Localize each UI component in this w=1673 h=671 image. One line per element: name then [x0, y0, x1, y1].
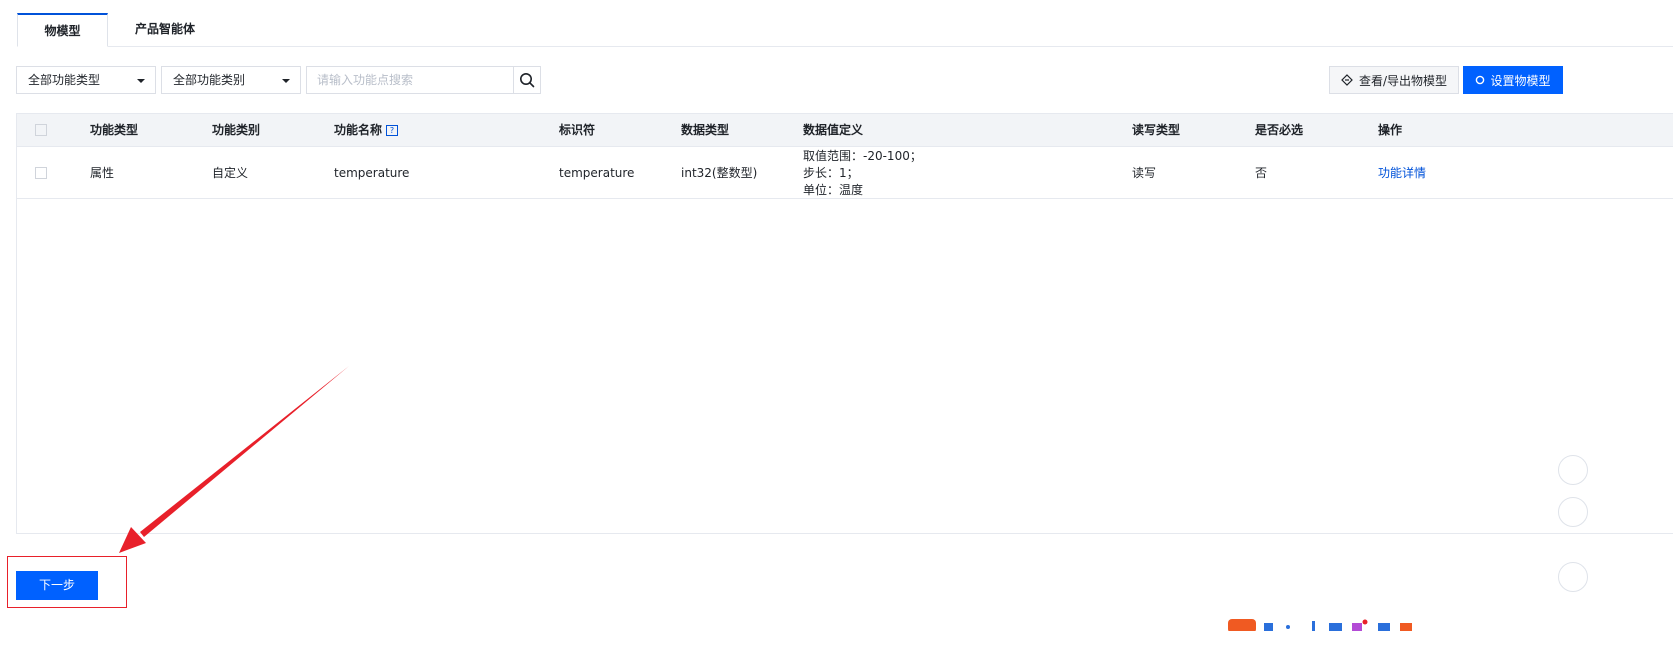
- table-header: 功能类型 功能类别 功能名称? 标识符 数据类型 数据值定义 读写类型 是否必选…: [17, 114, 1673, 147]
- header-function-name: 功能名称?: [334, 114, 399, 147]
- header-function-category: 功能类别: [212, 123, 261, 137]
- help-icon[interactable]: ?: [386, 125, 399, 136]
- setup-model-button[interactable]: 设置物模型: [1463, 66, 1563, 94]
- header-function-name-label: 功能名称: [334, 123, 383, 137]
- function-detail-link[interactable]: 功能详情: [1378, 147, 1426, 199]
- header-function-type: 功能类型: [90, 123, 139, 137]
- caret-down-icon: [137, 79, 145, 83]
- cell-function-name: temperature: [334, 166, 410, 180]
- header-required: 是否必选: [1255, 123, 1304, 137]
- function-category-select-value: 全部功能类别: [173, 73, 246, 87]
- settings-circle-icon: [1476, 75, 1485, 85]
- cell-data-type: int32(整数型): [681, 166, 758, 180]
- cell-access-type: 读写: [1132, 166, 1157, 180]
- tab-bar: 物模型 产品智能体: [17, 13, 1673, 47]
- setup-model-label: 设置物模型: [1490, 73, 1551, 88]
- ime-toolbar: [1228, 617, 1418, 631]
- table-row: 属性 自定义 temperature temperature int32(整数型…: [17, 147, 1673, 199]
- cell-identifier: temperature: [559, 166, 635, 180]
- header-access-type: 读写类型: [1132, 123, 1181, 137]
- page: 物模型 产品智能体 全部功能类型 全部功能类别 查看/导出物模型 设置物模型: [0, 0, 1673, 671]
- header-actions: 操作: [1378, 123, 1403, 137]
- cell-required: 否: [1255, 166, 1268, 180]
- float-widget-3[interactable]: [1558, 562, 1588, 592]
- caret-down-icon: [282, 79, 290, 83]
- view-export-model-button[interactable]: 查看/导出物模型: [1329, 66, 1459, 94]
- row-checkbox[interactable]: [35, 167, 47, 179]
- search-input[interactable]: [306, 66, 514, 94]
- function-type-select[interactable]: 全部功能类型: [16, 66, 156, 94]
- cell-data-definition: 取值范围：-20-100； 步长：1； 单位：温度: [803, 148, 922, 199]
- definition-range: 取值范围：-20-100；: [803, 149, 922, 163]
- ime-toolbar-icons: [1228, 619, 1412, 631]
- select-all-checkbox[interactable]: [35, 124, 47, 136]
- definition-unit: 单位：温度: [803, 183, 864, 197]
- float-widget-1[interactable]: [1558, 455, 1588, 485]
- tab-thing-model[interactable]: 物模型: [17, 13, 108, 47]
- header-data-definition: 数据值定义: [803, 123, 864, 137]
- cell-function-category: 自定义: [212, 166, 249, 180]
- tab-product-agent[interactable]: 产品智能体: [109, 13, 221, 47]
- header-identifier: 标识符: [559, 123, 596, 137]
- thing-model-table: 功能类型 功能类别 功能名称? 标识符 数据类型 数据值定义 读写类型 是否必选…: [16, 113, 1673, 534]
- cell-function-type: 属性: [90, 166, 115, 180]
- definition-step: 步长：1；: [803, 166, 859, 180]
- export-diamond-icon: [1341, 74, 1353, 86]
- next-step-button[interactable]: 下一步: [16, 571, 98, 600]
- header-data-type: 数据类型: [681, 123, 730, 137]
- float-widget-2[interactable]: [1558, 497, 1588, 527]
- search-icon: [520, 73, 535, 88]
- view-export-model-label: 查看/导出物模型: [1358, 73, 1448, 88]
- function-category-select[interactable]: 全部功能类别: [161, 66, 301, 94]
- search-button[interactable]: [513, 66, 541, 94]
- function-type-select-value: 全部功能类型: [28, 73, 101, 87]
